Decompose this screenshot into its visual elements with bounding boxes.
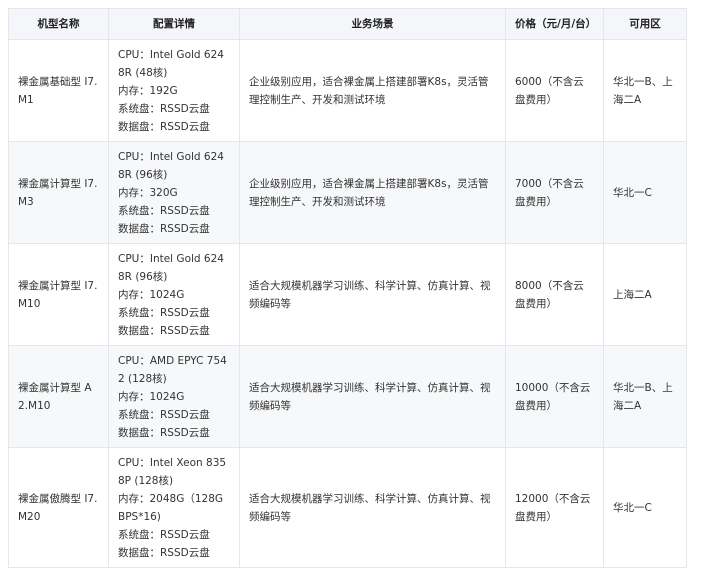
cell-scenario: 适合大规模机器学习训练、科学计算、仿真计算、视频编码等 [239, 243, 506, 346]
config-system-disk: 系统盘：RSSD云盘 [118, 306, 210, 319]
config-cpu: CPU：Intel Gold 6248R (96核) [118, 252, 224, 283]
header-config: 配置详情 [108, 8, 240, 40]
cell-model-name: 裸金属计算型 I7.M3 [8, 141, 109, 244]
cell-zone: 上海二A [603, 243, 687, 346]
config-memory: 内存：192G [118, 84, 178, 97]
cell-model-name: 裸金属计算型 A2.M10 [8, 345, 109, 448]
cell-config: CPU：Intel Gold 6248R (96核) 内存：320G 系统盘：R… [108, 141, 240, 244]
cell-price: 7000（不含云盘费用） [505, 141, 604, 244]
cell-zone: 华北一B、上海二A [603, 345, 687, 448]
cell-price: 12000（不含云盘费用） [505, 447, 604, 568]
cell-model-name: 裸金属傲腾型 I7.M20 [8, 447, 109, 568]
cell-config: CPU：Intel Xeon 8358P (128核) 内存：2048G（128… [108, 447, 240, 568]
header-price: 价格（元/月/台） [505, 8, 604, 40]
cell-model-name: 裸金属计算型 I7.M10 [8, 243, 109, 346]
config-data-disk: 数据盘：RSSD云盘 [118, 222, 210, 235]
config-memory: 内存：1024G [118, 288, 185, 301]
config-system-disk: 系统盘：RSSD云盘 [118, 102, 210, 115]
table-row: 裸金属基础型 I7.M1 CPU：Intel Gold 6248R (48核) … [8, 39, 687, 142]
cell-zone: 华北一C [603, 141, 687, 244]
config-system-disk: 系统盘：RSSD云盘 [118, 528, 210, 541]
config-memory: 内存：1024G [118, 390, 185, 403]
config-memory: 内存：320G [118, 186, 178, 199]
config-memory: 内存：2048G（128G BPS*16) [118, 492, 224, 523]
config-cpu: CPU：AMD EPYC 7542 (128核) [118, 354, 227, 385]
config-cpu: CPU：Intel Xeon 8358P (128核) [118, 456, 227, 487]
cell-scenario: 企业级别应用，适合裸金属上搭建部署K8s，灵活管理控制生产、开发和测试环境 [239, 39, 506, 142]
machine-spec-table: 机型名称 配置详情 业务场景 价格（元/月/台） 可用区 裸金属基础型 I7.M… [8, 8, 687, 568]
header-scenario: 业务场景 [239, 8, 506, 40]
config-system-disk: 系统盘：RSSD云盘 [118, 408, 210, 421]
cell-price: 6000（不含云盘费用） [505, 39, 604, 142]
table-header-row: 机型名称 配置详情 业务场景 价格（元/月/台） 可用区 [8, 8, 687, 40]
cell-scenario: 适合大规模机器学习训练、科学计算、仿真计算、视频编码等 [239, 447, 506, 568]
cell-price: 8000（不含云盘费用） [505, 243, 604, 346]
cell-scenario: 适合大规模机器学习训练、科学计算、仿真计算、视频编码等 [239, 345, 506, 448]
table-row: 裸金属计算型 A2.M10 CPU：AMD EPYC 7542 (128核) 内… [8, 345, 687, 448]
cell-model-name: 裸金属基础型 I7.M1 [8, 39, 109, 142]
config-data-disk: 数据盘：RSSD云盘 [118, 120, 210, 133]
cell-config: CPU：AMD EPYC 7542 (128核) 内存：1024G 系统盘：RS… [108, 345, 240, 448]
config-cpu: CPU：Intel Gold 6248R (48核) [118, 48, 224, 79]
config-data-disk: 数据盘：RSSD云盘 [118, 324, 210, 337]
table-container: 机型名称 配置详情 业务场景 价格（元/月/台） 可用区 裸金属基础型 I7.M… [0, 0, 702, 568]
table-row: 裸金属计算型 I7.M10 CPU：Intel Gold 6248R (96核)… [8, 243, 687, 346]
cell-zone: 华北一B、上海二A [603, 39, 687, 142]
config-data-disk: 数据盘：RSSD云盘 [118, 426, 210, 439]
cell-config: CPU：Intel Gold 6248R (96核) 内存：1024G 系统盘：… [108, 243, 240, 346]
header-model-name: 机型名称 [8, 8, 109, 40]
table-row: 裸金属计算型 I7.M3 CPU：Intel Gold 6248R (96核) … [8, 141, 687, 244]
header-zone: 可用区 [603, 8, 687, 40]
cell-zone: 华北一C [603, 447, 687, 568]
config-system-disk: 系统盘：RSSD云盘 [118, 204, 210, 217]
cell-scenario: 企业级别应用，适合裸金属上搭建部署K8s，灵活管理控制生产、开发和测试环境 [239, 141, 506, 244]
config-cpu: CPU：Intel Gold 6248R (96核) [118, 150, 224, 181]
config-data-disk: 数据盘：RSSD云盘 [118, 546, 210, 559]
cell-config: CPU：Intel Gold 6248R (48核) 内存：192G 系统盘：R… [108, 39, 240, 142]
cell-price: 10000（不含云盘费用） [505, 345, 604, 448]
table-row: 裸金属傲腾型 I7.M20 CPU：Intel Xeon 8358P (128核… [8, 447, 687, 568]
